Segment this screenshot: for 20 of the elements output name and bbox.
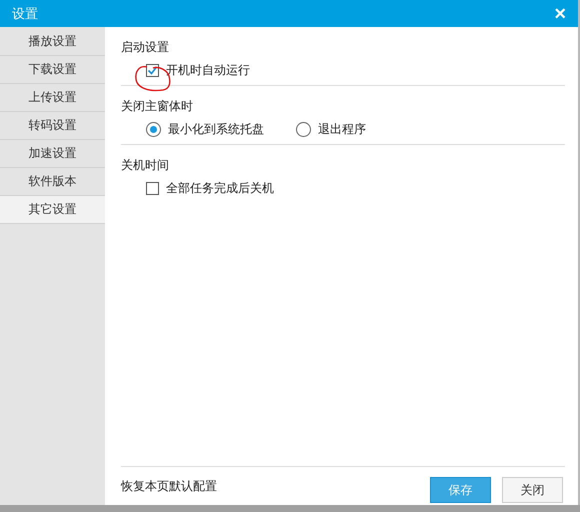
sidebar-item[interactable]: 其它设置 [0,196,105,224]
sidebar-item[interactable]: 加速设置 [0,140,105,168]
close-dialog-button[interactable]: 关闭 [502,477,563,503]
radio-button[interactable] [296,122,311,137]
checkbox[interactable] [146,64,159,77]
sidebar-item[interactable]: 转码设置 [0,112,105,140]
section-title: 启动设置 [121,39,169,56]
window-title: 设置 [12,6,38,22]
option-label: 退出程序 [318,121,366,138]
section-title: 关闭主窗体时 [121,98,193,115]
option-label: 全部任务完成后关机 [166,180,274,197]
sidebar-item[interactable]: 播放设置 [0,28,105,56]
option-label: 最小化到系统托盘 [168,121,264,138]
restore-defaults-link[interactable]: 恢复本页默认配置 [121,478,217,494]
radio-button[interactable] [146,122,161,137]
option-label: 开机时自动运行 [166,62,250,79]
sidebar-item[interactable]: 上传设置 [0,84,105,112]
section-title: 关机时间 [121,157,169,174]
sidebar-item[interactable]: 下载设置 [0,56,105,84]
checkbox[interactable] [146,182,159,195]
